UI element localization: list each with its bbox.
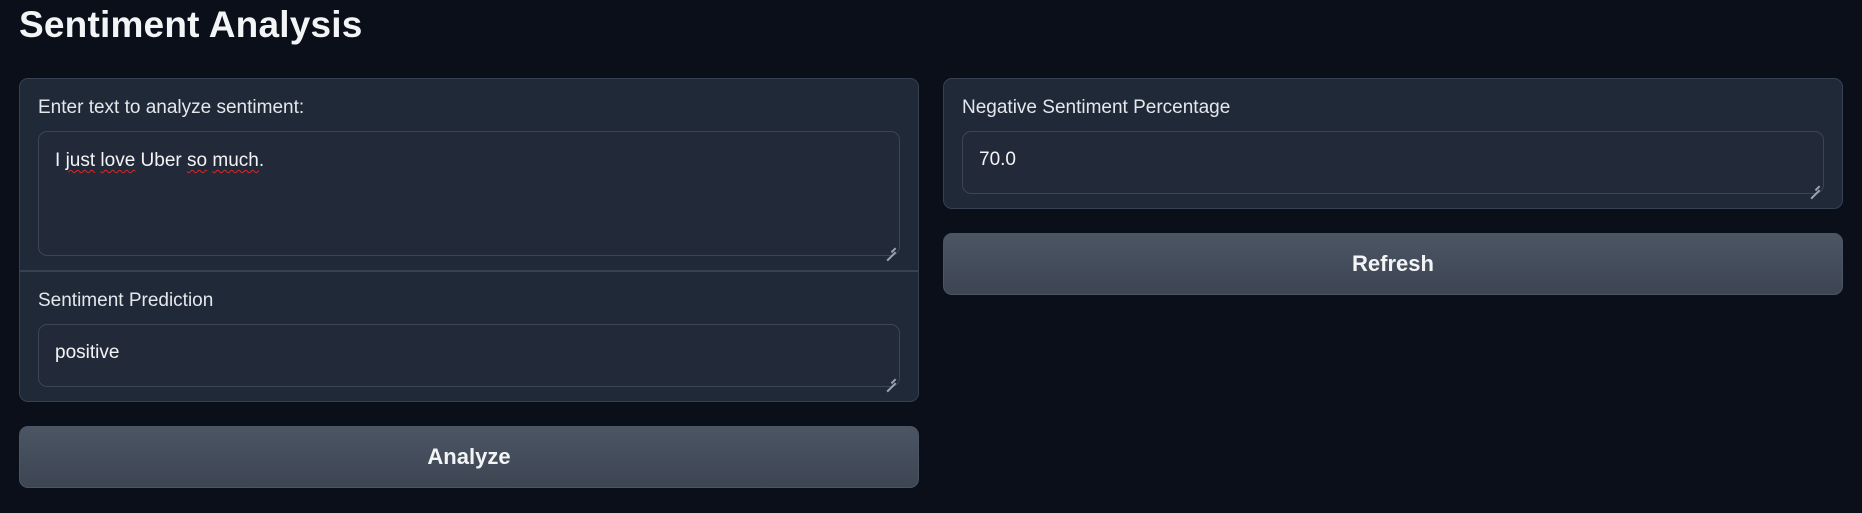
prediction-value: positive <box>55 342 120 363</box>
text-input-block: Enter text to analyze sentiment: I just … <box>20 79 918 270</box>
prediction-label: Sentiment Prediction <box>38 290 214 311</box>
refresh-button[interactable]: Refresh <box>943 233 1843 295</box>
resize-handle-icon[interactable] <box>1810 180 1820 190</box>
left-column: Enter text to analyze sentiment: I just … <box>19 78 919 488</box>
negative-percentage-label: Negative Sentiment Percentage <box>962 97 1231 118</box>
resize-handle-icon[interactable] <box>886 242 896 252</box>
negative-percentage-field[interactable]: 70.0 <box>962 131 1824 194</box>
analyze-button[interactable]: Analyze <box>19 426 919 488</box>
prediction-block: Sentiment Prediction positive <box>20 270 918 401</box>
text-input-label: Enter text to analyze sentiment: <box>38 97 305 118</box>
input-output-panel: Enter text to analyze sentiment: I just … <box>19 78 919 402</box>
negative-percentage-value: 70.0 <box>979 149 1016 170</box>
text-input-field[interactable]: I just love Uber so much. <box>38 131 900 256</box>
prediction-output-field[interactable]: positive <box>38 324 900 387</box>
right-column: Negative Sentiment Percentage 70.0 Refre… <box>943 78 1843 295</box>
text-input-value[interactable]: I just love Uber so much. <box>55 150 264 171</box>
negative-percentage-panel: Negative Sentiment Percentage 70.0 <box>943 78 1843 209</box>
resize-handle-icon[interactable] <box>886 373 896 383</box>
negative-percentage-block: Negative Sentiment Percentage 70.0 <box>944 79 1842 208</box>
page-title: Sentiment Analysis <box>19 4 363 45</box>
app-root: Sentiment Analysis Enter text to analyze… <box>0 0 1862 513</box>
